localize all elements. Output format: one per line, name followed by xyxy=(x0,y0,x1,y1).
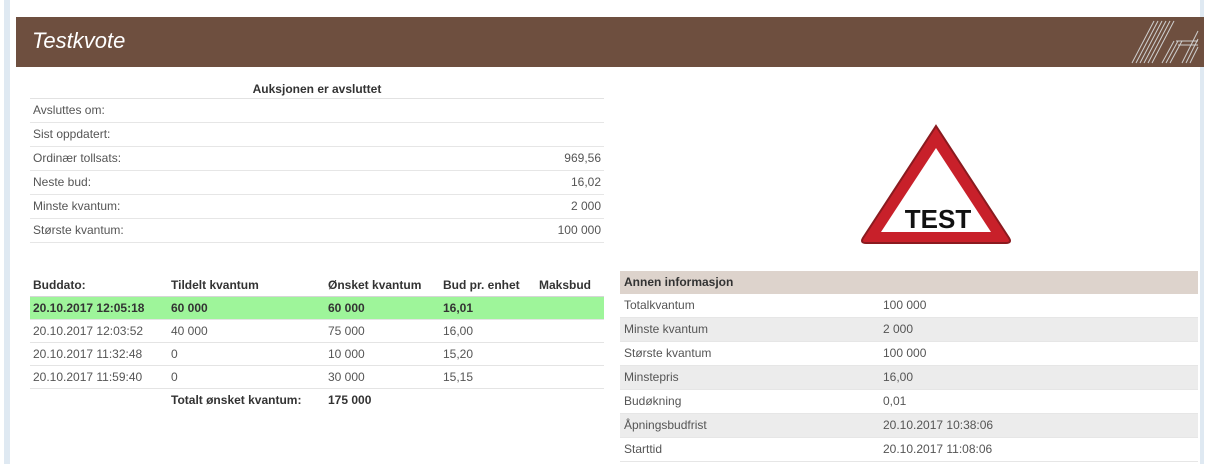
bid-wanted: 60 000 xyxy=(328,301,365,315)
other-info-row: Minstepris 16,00 xyxy=(620,366,1198,390)
bid-wanted: 75 000 xyxy=(328,324,365,338)
other-info-value: 100 000 xyxy=(883,346,927,360)
info-value: 100 000 xyxy=(557,223,601,237)
info-label: Avsluttes om: xyxy=(33,103,105,117)
info-row: Avsluttes om: xyxy=(30,99,604,123)
bid-row: 20.10.2017 11:59:40 0 30 000 15,15 xyxy=(30,366,604,389)
info-label: Minste kvantum: xyxy=(33,199,121,213)
column-header: Maksbud xyxy=(539,278,592,292)
page-title: Testkvote xyxy=(32,28,126,53)
bid-date: 20.10.2017 12:03:52 xyxy=(33,324,144,338)
bid-wanted: 10 000 xyxy=(328,347,365,361)
auction-status: Auksjonen er avsluttet xyxy=(30,80,604,99)
bid-price: 16,00 xyxy=(443,324,474,338)
auction-info-table: Avsluttes om: Sist oppdatert: Ordinær to… xyxy=(30,99,604,243)
other-info-row: Største kvantum 100 000 xyxy=(620,342,1198,366)
bid-row-winning: 20.10.2017 12:05:18 60 000 60 000 16,01 xyxy=(30,297,604,320)
info-label: Sist oppdatert: xyxy=(33,127,111,141)
other-info-row: Minste kvantum 2 000 xyxy=(620,318,1198,342)
other-info-row: Åpningsbudfrist 20.10.2017 10:38:06 xyxy=(620,414,1198,438)
bid-allocated: 60 000 xyxy=(171,301,208,315)
info-label: Neste bud: xyxy=(33,175,92,189)
other-info-value: 2 000 xyxy=(883,322,914,336)
warning-text: TEST xyxy=(905,204,972,234)
bid-row: 20.10.2017 12:03:52 40 000 75 000 16,00 xyxy=(30,320,604,343)
bid-price: 16,01 xyxy=(443,301,474,315)
other-info-row: Starttid 20.10.2017 11:08:06 xyxy=(620,438,1198,462)
info-row: Største kvantum: 100 000 xyxy=(30,219,604,243)
bids-table: Buddato: Tildelt kvantum Ønsket kvantum … xyxy=(30,274,604,411)
bid-row: 20.10.2017 11:32:48 0 10 000 15,20 xyxy=(30,343,604,366)
other-info-value: 0,01 xyxy=(883,394,907,408)
info-value: 969,56 xyxy=(564,151,601,165)
other-info-value: 100 000 xyxy=(883,298,927,312)
bid-allocated: 0 xyxy=(171,370,178,384)
info-value: 16,02 xyxy=(570,175,601,189)
bid-date: 20.10.2017 11:59:40 xyxy=(33,370,143,384)
other-info-row: Budøkning 0,01 xyxy=(620,390,1198,414)
bid-date: 20.10.2017 11:32:48 xyxy=(33,347,143,361)
other-info-label: Minstepris xyxy=(624,370,679,384)
page-header: Testkvote xyxy=(16,17,1204,67)
info-row: Minste kvantum: 2 000 xyxy=(30,195,604,219)
other-info-label: Totalkvantum xyxy=(624,298,695,312)
bids-total-row: Totalt ønsket kvantum: 175 000 xyxy=(30,389,604,411)
other-info-table: Annen informasjon Totalkvantum 100 000 M… xyxy=(620,271,1198,462)
bid-date: 20.10.2017 12:05:18 xyxy=(33,301,145,315)
other-info-label: Starttid xyxy=(624,442,663,456)
column-header: Ønsket kvantum xyxy=(328,278,422,292)
total-value: 175 000 xyxy=(328,393,372,407)
bid-allocated: 0 xyxy=(171,347,178,361)
other-info-value: 20.10.2017 11:08:06 xyxy=(883,442,993,456)
bid-wanted: 30 000 xyxy=(328,370,365,384)
other-info-row: Totalkvantum 100 000 xyxy=(620,294,1198,318)
info-value: 2 000 xyxy=(570,199,601,213)
other-info-label: Største kvantum xyxy=(624,346,712,360)
column-header: Buddato: xyxy=(33,278,86,292)
other-info-label: Åpningsbudfrist xyxy=(624,418,707,432)
test-warning-sign-icon: TEST xyxy=(861,124,1011,244)
bids-header-row: Buddato: Tildelt kvantum Ønsket kvantum … xyxy=(30,274,604,297)
info-row: Sist oppdatert: xyxy=(30,123,604,147)
bid-price: 15,15 xyxy=(443,370,474,384)
info-row: Ordinær tollsats: 969,56 xyxy=(30,147,604,171)
other-info-title: Annen informasjon xyxy=(620,271,1198,294)
brand-logo-icon xyxy=(1131,20,1199,64)
column-header: Bud pr. enhet xyxy=(443,278,520,292)
bid-price: 15,20 xyxy=(443,347,474,361)
other-info-label: Budøkning xyxy=(624,394,682,408)
info-label: Ordinær tollsats: xyxy=(33,151,122,165)
total-label: Totalt ønsket kvantum: xyxy=(171,393,302,407)
info-row: Neste bud: 16,02 xyxy=(30,171,604,195)
other-info-value: 16,00 xyxy=(883,370,914,384)
column-header: Tildelt kvantum xyxy=(171,278,259,292)
other-info-label: Minste kvantum xyxy=(624,322,709,336)
info-label: Største kvantum: xyxy=(33,223,124,237)
other-info-value: 20.10.2017 10:38:06 xyxy=(883,418,994,432)
bid-allocated: 40 000 xyxy=(171,324,208,338)
